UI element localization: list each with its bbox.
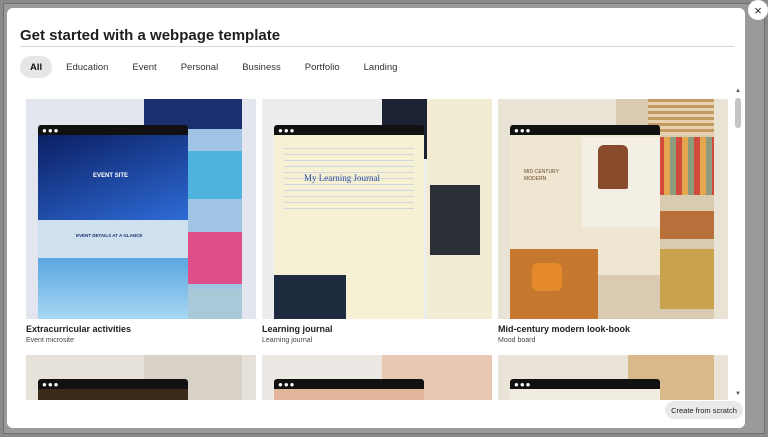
template-subtitle: Mood board <box>498 337 536 344</box>
template-grid: ●●● EVENT SITE EVENT DETAILS AT A GLANCE… <box>7 88 733 400</box>
filter-portfolio[interactable]: Portfolio <box>295 56 350 78</box>
template-thumbnail: ●●● MID-CENTURY MODERN <box>498 99 728 319</box>
window-dots-icon: ●●● <box>278 126 296 135</box>
template-subtitle: Event microsite <box>26 337 74 344</box>
template-title: Learning journal <box>262 324 333 334</box>
template-thumbnail: ●●● My Learning Journal <box>262 99 492 319</box>
filter-all[interactable]: All <box>20 56 53 78</box>
preview-browser-window: ●●● <box>510 379 660 400</box>
window-dots-icon: ●●● <box>514 380 532 389</box>
template-thumbnail: ●●● <box>26 355 256 400</box>
scroll-thumb[interactable] <box>735 98 741 128</box>
template-dialog: Get started with a webpage template All … <box>7 8 745 428</box>
close-icon[interactable]: × <box>748 0 768 20</box>
template-thumbnail: ●●● <box>262 355 492 400</box>
filter-business[interactable]: Business <box>232 56 291 78</box>
template-title: Mid-century modern look-book <box>498 324 631 334</box>
preview-browser-window: ●●● EVENT SITE EVENT DETAILS AT A GLANCE <box>38 125 188 319</box>
window-dots-icon: ●●● <box>278 380 296 389</box>
filter-personal[interactable]: Personal <box>171 56 229 78</box>
scroll-down-icon[interactable]: ▼ <box>734 391 742 397</box>
grid-scrollbar[interactable]: ▲ ▼ <box>734 88 742 400</box>
scroll-up-icon[interactable]: ▲ <box>734 88 742 94</box>
template-thumbnail: ●●● EVENT SITE EVENT DETAILS AT A GLANCE <box>26 99 256 319</box>
filter-education[interactable]: Education <box>56 56 118 78</box>
window-dots-icon: ●●● <box>42 126 60 135</box>
template-title: Extracurricular activities <box>26 324 132 334</box>
preview-browser-window: ●●● MID-CENTURY MODERN <box>510 125 660 319</box>
template-subtitle: Learning journal <box>262 337 313 344</box>
window-dots-icon: ●●● <box>514 126 532 135</box>
template-thumbnail: ●●● <box>498 355 728 400</box>
filter-event[interactable]: Event <box>122 56 166 78</box>
filter-tabs: All Education Event Personal Business Po… <box>20 56 411 78</box>
preview-browser-window: ●●● <box>274 379 424 400</box>
preview-browser-window: ●●● My Learning Journal <box>274 125 424 319</box>
create-from-scratch-button[interactable]: Create from scratch <box>665 401 743 419</box>
preview-browser-window: ●●● <box>38 379 188 400</box>
dialog-title: Get started with a webpage template <box>20 27 281 44</box>
window-dots-icon: ●●● <box>42 380 60 389</box>
filter-landing[interactable]: Landing <box>354 56 408 78</box>
title-divider <box>20 46 734 47</box>
